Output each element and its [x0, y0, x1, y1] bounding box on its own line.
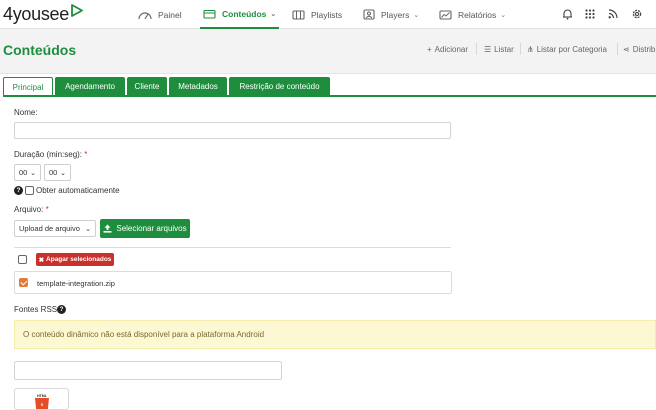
thumb-label: HTML [37, 394, 47, 398]
sitemap-icon: ⋔ [527, 45, 534, 54]
duration-sec-value: 00 [49, 168, 58, 177]
file-checkbox[interactable] [19, 278, 28, 287]
required-marker: * [84, 150, 88, 159]
add-button[interactable]: + Adicionar [427, 45, 468, 54]
playlist-icon [292, 9, 305, 20]
plus-icon: + [427, 45, 432, 54]
divider [476, 43, 477, 55]
duration-label-text: Duração (min:seg): [14, 150, 83, 159]
list-by-category-button[interactable]: ⋔ Listar por Categoria [527, 45, 607, 54]
folder-icon [203, 9, 216, 19]
duration-label: Duração (min:seg): * [14, 150, 87, 159]
player-icon [363, 9, 375, 20]
help-icon[interactable]: ? [57, 305, 66, 314]
file-thumbnail[interactable]: 5 HTML [14, 388, 69, 410]
rss-icon[interactable] [606, 7, 620, 21]
nav-relatorios[interactable]: Relatórios ⌄ [439, 0, 506, 29]
name-label: Nome: [14, 108, 38, 117]
divider [617, 43, 618, 55]
select-files-label: Selecionar arquivos [116, 224, 187, 233]
chart-icon [439, 9, 452, 20]
action-label: Listar por Categoria [536, 45, 607, 54]
divider [14, 247, 451, 248]
android-warning-alert: O conteúdo dinâmico não está disponível … [14, 320, 656, 349]
file-label-text: Arquivo: [14, 205, 44, 214]
action-label: Distrib [632, 45, 656, 54]
tab-cliente[interactable]: Cliente [127, 77, 167, 96]
duration-minutes-select[interactable]: 00 ⌄ [14, 164, 41, 181]
logo[interactable]: 4yousee [3, 2, 83, 26]
list-button[interactable]: ☰ Listar [484, 45, 514, 54]
file-name: template-integration.zip [37, 279, 115, 288]
delete-selected-label: Apagar selecionados [46, 256, 112, 263]
gauge-icon [138, 11, 152, 19]
chevron-down-icon: ⌄ [270, 10, 277, 18]
auto-duration-label: Obter automaticamente [36, 186, 120, 195]
file-label: Arquivo: * [14, 205, 49, 214]
upload-type-value: Upload de arquivo [19, 224, 80, 233]
chevron-down-icon: ⌄ [30, 169, 36, 177]
logo-text: 4yousee [3, 3, 69, 24]
rss-input[interactable] [14, 361, 282, 380]
nav-label: Relatórios [458, 9, 497, 20]
nav-playlists[interactable]: Playlists [292, 0, 342, 29]
duration-min-value: 00 [19, 168, 28, 177]
chevron-down-icon: ⌄ [85, 225, 91, 233]
chevron-down-icon: ⌄ [60, 169, 66, 177]
list-icon: ☰ [484, 45, 492, 54]
chevron-down-icon: ⌄ [413, 11, 420, 19]
share-icon: ⋖ [623, 45, 630, 54]
nav-players[interactable]: Players ⌄ [363, 0, 419, 29]
nav-painel[interactable]: Painel [138, 0, 182, 29]
action-label: Adicionar [434, 45, 469, 54]
gear-icon[interactable] [630, 7, 644, 21]
rss-label: Fontes RSS: [14, 305, 60, 314]
file-row[interactable]: template-integration.zip [14, 271, 452, 294]
duration-seconds-select[interactable]: 00 ⌄ [44, 164, 71, 181]
upload-type-select[interactable]: Upload de arquivo ⌄ [14, 220, 96, 237]
tab-restricao-conteudo[interactable]: Restrição de conteúdo [229, 77, 330, 96]
action-label: Listar [494, 45, 514, 54]
logo-play-icon [71, 3, 83, 17]
name-input[interactable] [14, 122, 451, 139]
distribute-button[interactable]: ⋖ Distrib [623, 45, 655, 54]
select-files-button[interactable]: Selecionar arquivos [100, 219, 190, 238]
divider [520, 43, 521, 55]
delete-selected-button[interactable]: ✖ Apagar selecionados [36, 253, 114, 266]
auto-duration-checkbox[interactable] [25, 186, 34, 195]
nav-label: Players [381, 9, 410, 20]
tab-agendamento[interactable]: Agendamento [55, 77, 125, 96]
select-all-checkbox[interactable] [18, 255, 27, 264]
nav-label: Painel [158, 9, 182, 20]
upload-icon [103, 224, 112, 233]
tab-underline [3, 95, 656, 97]
nav-label: Playlists [311, 9, 343, 20]
chevron-down-icon: ⌄ [500, 11, 507, 19]
page-title: Conteúdos [3, 42, 77, 58]
grid-icon[interactable] [583, 7, 597, 21]
required-marker: * [45, 205, 49, 214]
tab-principal[interactable]: Principal [3, 77, 53, 96]
page-header: Conteúdos + Adicionar ☰ Listar ⋔ Listar … [0, 29, 656, 74]
nav-label: Conteúdos [222, 8, 267, 19]
bell-icon[interactable] [560, 7, 574, 21]
close-icon: ✖ [38, 256, 45, 264]
tab-metadados[interactable]: Metadados [169, 77, 227, 96]
nav-conteudos[interactable]: Conteúdos ⌄ [200, 0, 280, 29]
top-navbar: 4yousee Painel Conteúdos ⌄ Playlists Pla… [0, 0, 656, 29]
tab-bar: Principal Agendamento Cliente Metadados … [3, 77, 656, 96]
help-icon[interactable]: ? [14, 186, 23, 195]
